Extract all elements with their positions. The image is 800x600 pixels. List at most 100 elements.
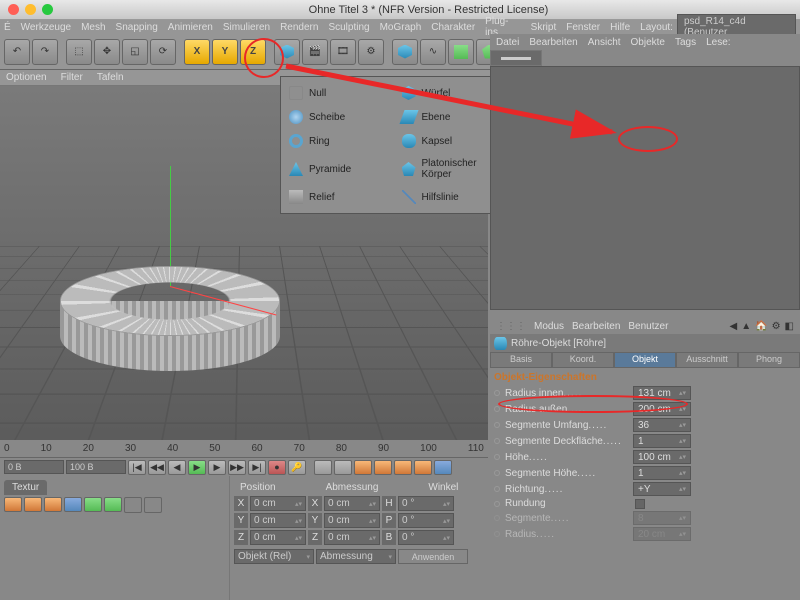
menu-sculpting[interactable]: Sculpting (328, 22, 369, 33)
tab-slice[interactable]: Ausschnitt (676, 352, 738, 368)
spline-menu-button[interactable]: ∿ (420, 39, 446, 65)
dimension-mode-select[interactable]: Abmessung▾ (316, 549, 396, 564)
position-field[interactable]: 0 cm▴▾ (250, 496, 306, 511)
current-frame-input[interactable] (4, 460, 64, 474)
keyframe-param-icon[interactable] (64, 497, 82, 512)
prop-value-field[interactable]: 1▴▾ (633, 466, 691, 480)
angle-field[interactable]: 0 °▴▾ (398, 496, 454, 511)
primitive-menu-button[interactable] (392, 39, 418, 65)
play-forward-button[interactable]: ▶ (208, 460, 226, 475)
om-menu-tags[interactable]: Tags (675, 37, 696, 48)
obj-pyramid[interactable]: Pyramide (285, 153, 398, 185)
attr-menu-mode[interactable]: Modus (534, 321, 564, 332)
autokey-button[interactable]: 🔑 (288, 460, 306, 475)
menu-mesh[interactable]: Mesh (81, 22, 105, 33)
goto-prev-key-button[interactable]: ◀◀ (148, 460, 166, 475)
nav-home-icon[interactable]: 🏠 (755, 321, 767, 332)
om-menu-objects[interactable]: Objekte (631, 37, 665, 48)
end-frame-input[interactable] (66, 460, 126, 474)
minimize-icon[interactable] (25, 4, 36, 15)
attr-menu-user[interactable]: Benutzer (628, 321, 668, 332)
menu-script[interactable]: Skript (531, 22, 557, 33)
keyframe-opt-icon[interactable] (124, 497, 142, 513)
key-options-icon[interactable] (334, 460, 352, 475)
key-options-icon[interactable] (314, 460, 332, 475)
keyframe-pla-icon[interactable] (84, 497, 102, 512)
keyframe-rot-icon[interactable] (44, 497, 62, 512)
om-tab[interactable]: ▬▬▬ (490, 50, 542, 66)
goto-next-key-button[interactable]: ▶▶ (228, 460, 246, 475)
close-icon[interactable] (8, 4, 19, 15)
obj-relief[interactable]: Relief (285, 185, 398, 209)
om-menu-bookmarks[interactable]: Lese: (706, 37, 730, 48)
prop-value-field[interactable]: 1▴▾ (633, 434, 691, 448)
menu-animate[interactable]: Animieren (168, 22, 213, 33)
pla-key-icon[interactable] (414, 460, 432, 475)
axis-y-button[interactable]: Y (212, 39, 238, 65)
picture-viewer-button[interactable]: ⚙ (358, 39, 384, 65)
nav-back-icon[interactable]: ◀ (730, 321, 738, 332)
redo-button[interactable]: ↷ (32, 39, 58, 65)
move-tool[interactable]: ✥ (94, 39, 120, 65)
menu-apple[interactable]: É (4, 22, 11, 33)
axis-x-button[interactable]: X (184, 39, 210, 65)
object-tree[interactable] (490, 66, 800, 310)
tab-phong[interactable]: Phong (738, 352, 800, 368)
generator-menu-button[interactable] (448, 39, 474, 65)
obj-null[interactable]: Null (285, 81, 398, 105)
nav-lock-icon[interactable]: ⚙ (772, 321, 781, 332)
dimension-field[interactable]: 0 cm▴▾ (324, 513, 380, 528)
obj-ring[interactable]: Ring (285, 129, 398, 153)
menu-character[interactable]: Charakter (431, 22, 475, 33)
record-button[interactable]: ● (268, 460, 286, 475)
render-view-button[interactable]: 🎬 (302, 39, 328, 65)
tab-basis[interactable]: Basis (490, 352, 552, 368)
submenu-filter[interactable]: Filter (61, 72, 83, 83)
menu-mograph[interactable]: MoGraph (380, 22, 422, 33)
menu-help[interactable]: Hilfe (610, 22, 630, 33)
goto-end-button[interactable]: ▶| (248, 460, 266, 475)
timeline-ruler[interactable]: 0 10 20 30 40 50 60 70 80 90 100 110 (0, 440, 488, 458)
rounding-checkbox[interactable] (635, 499, 645, 509)
menu-render[interactable]: Rendern (280, 22, 318, 33)
tab-object[interactable]: Objekt (614, 352, 676, 368)
coord-mode-select[interactable]: Objekt (Rel)▾ (234, 549, 314, 564)
menu-tools[interactable]: Werkzeuge (21, 22, 71, 33)
dimension-field[interactable]: 0 cm▴▾ (324, 496, 380, 511)
maximize-icon[interactable] (42, 4, 53, 15)
tab-coord[interactable]: Koord. (552, 352, 614, 368)
menu-window[interactable]: Fenster (566, 22, 600, 33)
keyframe-scale-icon[interactable] (24, 497, 42, 512)
submenu-panels[interactable]: Tafeln (97, 72, 124, 83)
menu-simulate[interactable]: Simulieren (223, 22, 270, 33)
keyframe-pos-icon[interactable] (4, 497, 22, 512)
nav-newwin-icon[interactable]: ◧ (785, 321, 794, 332)
angle-field[interactable]: 0 °▴▾ (398, 513, 454, 528)
menu-snapping[interactable]: Snapping (116, 22, 158, 33)
prop-value-field[interactable]: 100 cm▴▾ (633, 450, 691, 464)
play-back-button[interactable]: ◀ (168, 460, 186, 475)
om-menu-file[interactable]: Datei (496, 37, 519, 48)
dimension-field[interactable]: 0 cm▴▾ (324, 530, 380, 545)
submenu-options[interactable]: Optionen (6, 72, 47, 83)
attr-menu-edit[interactable]: Bearbeiten (572, 321, 620, 332)
point-key-icon[interactable] (434, 460, 452, 475)
angle-field[interactable]: 0 °▴▾ (398, 530, 454, 545)
keyframe-opt-icon[interactable] (144, 497, 162, 513)
texture-tab[interactable]: Textur (4, 480, 47, 495)
nav-up-icon[interactable]: ▲ (741, 321, 751, 332)
rotate-tool[interactable]: ⟳ (150, 39, 176, 65)
om-menu-edit[interactable]: Bearbeiten (529, 37, 577, 48)
rot-key-icon[interactable] (394, 460, 412, 475)
prop-value-field[interactable]: 36▴▾ (633, 418, 691, 432)
om-menu-view[interactable]: Ansicht (588, 37, 621, 48)
render-settings-button[interactable]: 🎞 (330, 39, 356, 65)
undo-button[interactable]: ↶ (4, 39, 30, 65)
keyframe-sel-icon[interactable] (104, 497, 122, 512)
position-field[interactable]: 0 cm▴▾ (250, 513, 306, 528)
scale-tool[interactable]: ◱ (122, 39, 148, 65)
goto-start-button[interactable]: |◀ (128, 460, 146, 475)
select-tool[interactable]: ⬚ (66, 39, 92, 65)
play-button[interactable]: ▶ (188, 460, 206, 475)
prop-value-field[interactable]: +Y▴▾ (633, 482, 691, 496)
